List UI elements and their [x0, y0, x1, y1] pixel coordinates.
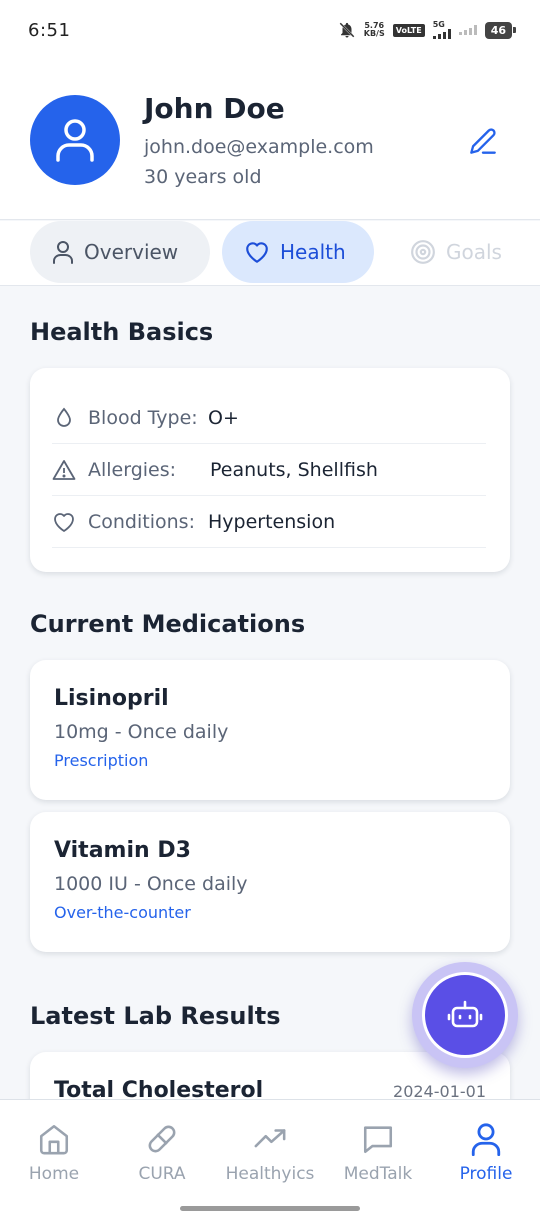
status-time: 6:51: [28, 19, 71, 41]
heart-icon: [246, 242, 268, 263]
medication-name: Lisinopril: [54, 686, 169, 711]
row-value: O+: [208, 406, 239, 429]
row-value: Hypertension: [208, 510, 336, 533]
pill-icon: [148, 1125, 176, 1153]
health-basics-card: Blood Type: O+ Allergies: Peanuts, Shell…: [30, 368, 510, 572]
row-label: Allergies:: [88, 458, 177, 481]
medications-title: Current Medications: [30, 610, 306, 638]
person-icon: [53, 241, 73, 264]
medication-dose: 10mg - Once daily: [54, 721, 229, 743]
trending-up-icon: [254, 1129, 286, 1148]
nav-label: CURA: [138, 1164, 186, 1184]
nav-home[interactable]: Home: [0, 1122, 108, 1184]
allergies-row: Allergies: Peanuts, Shellfish: [52, 444, 486, 496]
nav-profile[interactable]: Profile: [432, 1122, 540, 1184]
nav-cura[interactable]: CURA: [108, 1122, 216, 1184]
signal-bars-secondary-icon: [458, 25, 477, 35]
nav-label: Home: [28, 1164, 80, 1184]
lab-results-title: Latest Lab Results: [30, 1002, 281, 1030]
nav-healthyics[interactable]: Healthyics: [216, 1122, 324, 1184]
signal-5g: 5G: [432, 21, 451, 39]
tab-label: Goals: [446, 240, 502, 264]
medication-type: Over-the-counter: [54, 903, 191, 922]
robot-icon: [447, 1000, 483, 1028]
assistant-fab-inner[interactable]: [422, 972, 508, 1058]
tab-health[interactable]: Health: [222, 221, 374, 283]
nav-label: MedTalk: [343, 1164, 413, 1184]
target-icon: [411, 240, 435, 264]
net-speed: 5.76 KB/S: [363, 21, 385, 38]
row-label: Conditions:: [88, 510, 195, 533]
person-icon: [471, 1123, 501, 1156]
tab-label: Health: [280, 240, 346, 264]
person-icon: [56, 119, 94, 162]
home-indicator[interactable]: [180, 1206, 360, 1211]
nav-label: Healthyics: [225, 1164, 315, 1184]
profile-header: John Doe john.doe@example.com 30 years o…: [0, 60, 540, 220]
medication-name: Vitamin D3: [54, 838, 191, 863]
profile-age: 30 years old: [144, 166, 262, 188]
profile-email: john.doe@example.com: [144, 136, 374, 158]
drop-icon: [52, 406, 76, 430]
chat-icon: [363, 1126, 393, 1154]
assistant-fab[interactable]: [412, 962, 518, 1068]
tab-label: Overview: [84, 240, 179, 264]
row-label: Blood Type:: [88, 406, 198, 429]
bottom-nav: Home CURA Healthyics MedTalk Profile: [0, 1099, 540, 1218]
status-bar: 6:51 5.76 KB/S VoLTE 5G 46: [0, 0, 540, 60]
medication-card[interactable]: Vitamin D3 1000 IU - Once daily Over-the…: [30, 812, 510, 952]
medication-card[interactable]: Lisinopril 10mg - Once daily Prescriptio…: [30, 660, 510, 800]
edit-profile-button[interactable]: [466, 124, 500, 158]
nav-label: Profile: [459, 1164, 513, 1184]
volte-badge: VoLTE: [392, 23, 425, 37]
nav-medtalk[interactable]: MedTalk: [324, 1122, 432, 1184]
medication-dose: 1000 IU - Once daily: [54, 873, 248, 895]
heart-icon: [52, 510, 76, 534]
tab-overview[interactable]: Overview: [30, 221, 210, 283]
mute-bell-icon: [339, 22, 355, 38]
home-icon: [39, 1124, 69, 1155]
signal-bars-icon: [432, 29, 451, 39]
pencil-icon: [470, 128, 496, 154]
battery-icon: 46: [484, 21, 517, 39]
status-icons: 5.76 KB/S VoLTE 5G 46: [338, 21, 517, 39]
avatar[interactable]: [30, 95, 120, 185]
profile-tabs: Overview Health Goals: [0, 221, 540, 286]
tab-goals[interactable]: Goals: [388, 221, 538, 283]
warning-icon: [52, 458, 76, 482]
health-basics-title: Health Basics: [30, 318, 214, 346]
conditions-row: Conditions: Hypertension: [52, 496, 486, 548]
row-value: Peanuts, Shellfish: [210, 458, 378, 481]
profile-name: John Doe: [144, 92, 285, 125]
blood-type-row: Blood Type: O+: [52, 392, 486, 444]
medication-type: Prescription: [54, 751, 149, 770]
